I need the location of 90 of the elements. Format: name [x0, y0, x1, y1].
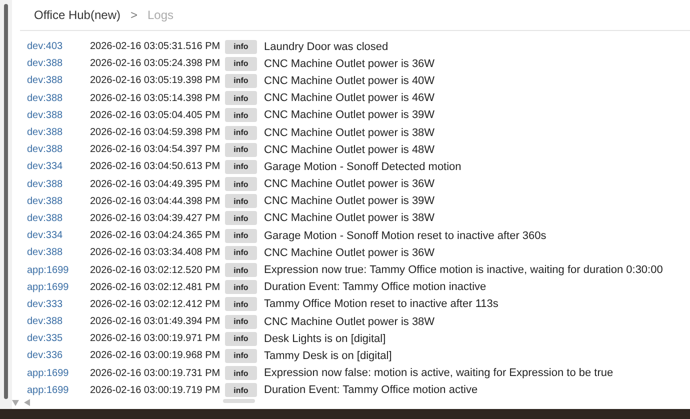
log-message: CNC Machine Outlet power is 40W: [264, 74, 435, 87]
log-source-link[interactable]: dev:388: [27, 92, 90, 104]
log-message: Duration Event: Tammy Office motion inactive: [264, 281, 486, 294]
log-level-badge: info: [225, 383, 257, 398]
log-timestamp: 2026-02-16 03:05:31.516 PM: [90, 41, 222, 52]
log-level-badge: info: [225, 56, 257, 71]
log-source-link[interactable]: dev:388: [27, 144, 90, 156]
log-level-badge: info: [225, 40, 257, 54]
log-message: Duration Event: Tammy Office motion active: [264, 384, 478, 396]
scroll-left-icon[interactable]: [24, 399, 30, 406]
log-source-link[interactable]: dev:388: [27, 212, 90, 224]
log-timestamp: 2026-02-16 03:02:12.412 PM: [90, 298, 222, 310]
log-source-link[interactable]: dev:388: [27, 58, 90, 70]
log-source-link[interactable]: app:1699: [27, 264, 90, 276]
breadcrumb-separator: >: [130, 8, 138, 22]
log-level-badge: info: [225, 332, 257, 346]
log-message: CNC Machine Outlet power is 48W: [264, 144, 435, 156]
log-message: Expression now true: Tammy Office motion is inactive, waiting for duration 0:30:00: [264, 264, 663, 276]
log-message: Garage Motion - Sonoff Detected motion: [264, 160, 462, 173]
log-source-link[interactable]: app:1699: [27, 368, 90, 379]
log-source-link[interactable]: app:1699: [27, 282, 90, 293]
log-level-badge: info: [225, 314, 257, 329]
log-timestamp: 2026-02-16 03:00:19.971 PM: [90, 333, 222, 344]
log-timestamp: 2026-02-16 03:04:59.398 PM: [90, 127, 222, 138]
log-message: Laundry Door was closed: [264, 40, 388, 53]
log-level-badge: info: [225, 211, 257, 226]
log-message: Expression now false: motion is active, waiting for Expression to be true: [264, 367, 614, 380]
log-level-badge: info: [225, 246, 257, 260]
log-message: CNC Machine Outlet power is 36W: [264, 246, 435, 259]
log-source-link[interactable]: dev:388: [27, 127, 90, 138]
log-message: CNC Machine Outlet power is 38W: [264, 316, 435, 328]
log-timestamp: 2026-02-16 03:04:24.365 PM: [90, 230, 222, 242]
log-timestamp: 2026-02-16 03:02:12.520 PM: [90, 264, 222, 276]
log-timestamp: 2026-02-16 03:00:19.968 PM: [90, 350, 222, 362]
log-timestamp: 2026-02-16 03:01:49.394 PM: [90, 316, 222, 328]
breadcrumb-current: Logs: [148, 8, 174, 22]
log-source-link[interactable]: dev:333: [27, 298, 90, 310]
log-source-link[interactable]: dev:388: [27, 316, 90, 328]
log-message: CNC Machine Outlet power is 39W: [264, 109, 435, 122]
log-message: Desk Lights is on [digital]: [264, 332, 386, 345]
log-timestamp: 2026-02-16 03:00:19.719 PM: [90, 384, 222, 396]
log-level-badge: info: [225, 366, 257, 380]
log-level-badge: info: [225, 91, 257, 106]
log-source-link[interactable]: dev:336: [27, 350, 90, 362]
log-source-link[interactable]: dev:388: [27, 75, 90, 86]
log-message: CNC Machine Outlet power is 46W: [264, 92, 435, 104]
log-level-badge: info: [225, 263, 257, 278]
breadcrumb-link[interactable]: Office Hub(new): [34, 8, 120, 22]
log-level-badge: info: [225, 108, 257, 122]
log-timestamp: 2026-02-16 03:04:50.613 PM: [90, 161, 222, 172]
log-level-badge: info: [225, 126, 257, 140]
log-timestamp: 2026-02-16 03:05:04.405 PM: [90, 110, 222, 121]
log-level-badge: info: [225, 142, 257, 157]
log-message: CNC Machine Outlet power is 39W: [264, 195, 435, 208]
log-level-badge: info: [225, 160, 257, 174]
log-source-link[interactable]: app:1699: [27, 384, 90, 396]
log-level-badge: info: [225, 348, 257, 363]
log-level-badge: info: [225, 280, 257, 294]
log-level-badge: info: [225, 177, 257, 192]
log-source-link[interactable]: dev:388: [27, 178, 90, 190]
scroll-down-icon[interactable]: [12, 400, 19, 406]
log-source-link[interactable]: dev:403: [27, 41, 90, 52]
log-level-badge: info: [225, 194, 257, 208]
log-timestamp: 2026-02-16 03:00:19.731 PM: [90, 368, 222, 379]
log-level-badge: info: [225, 228, 257, 243]
log-message: Tammy Desk is on [digital]: [264, 350, 392, 362]
log-message: Garage Motion - Sonoff Motion reset to inactive after 360s: [264, 230, 546, 242]
log-source-link[interactable]: dev:335: [27, 333, 90, 344]
log-timestamp: 2026-02-16 03:05:19.398 PM: [90, 75, 222, 86]
log-source-link[interactable]: dev:388: [27, 247, 90, 258]
log-timestamp: 2026-02-16 03:05:24.398 PM: [90, 58, 222, 70]
log-timestamp: 2026-02-16 03:03:34.408 PM: [90, 247, 222, 258]
log-level-badge: info: [225, 74, 257, 88]
log-message: CNC Machine Outlet power is 36W: [264, 178, 435, 190]
log-message: CNC Machine Outlet power is 38W: [264, 212, 435, 224]
log-timestamp: 2026-02-16 03:04:49.395 PM: [90, 178, 222, 190]
log-message: CNC Machine Outlet power is 38W: [264, 126, 435, 139]
log-message: Tammy Office Motion reset to inactive after 113s: [264, 298, 498, 310]
log-timestamp: 2026-02-16 03:04:44.398 PM: [90, 196, 222, 207]
log-level-badge: info: [225, 297, 257, 312]
scrollbar-thumb[interactable]: [4, 4, 8, 399]
log-source-link[interactable]: dev:334: [27, 230, 90, 242]
log-source-link[interactable]: dev:388: [27, 110, 90, 121]
log-timestamp: 2026-02-16 03:04:39.427 PM: [90, 212, 222, 224]
log-timestamp: 2026-02-16 03:04:54.397 PM: [90, 144, 222, 156]
log-source-link[interactable]: dev:334: [27, 161, 90, 172]
log-timestamp: 2026-02-16 03:02:12.481 PM: [90, 282, 222, 293]
log-timestamp: 2026-02-16 03:05:14.398 PM: [90, 92, 222, 104]
log-source-link[interactable]: dev:388: [27, 196, 90, 207]
log-message: CNC Machine Outlet power is 36W: [264, 58, 435, 70]
